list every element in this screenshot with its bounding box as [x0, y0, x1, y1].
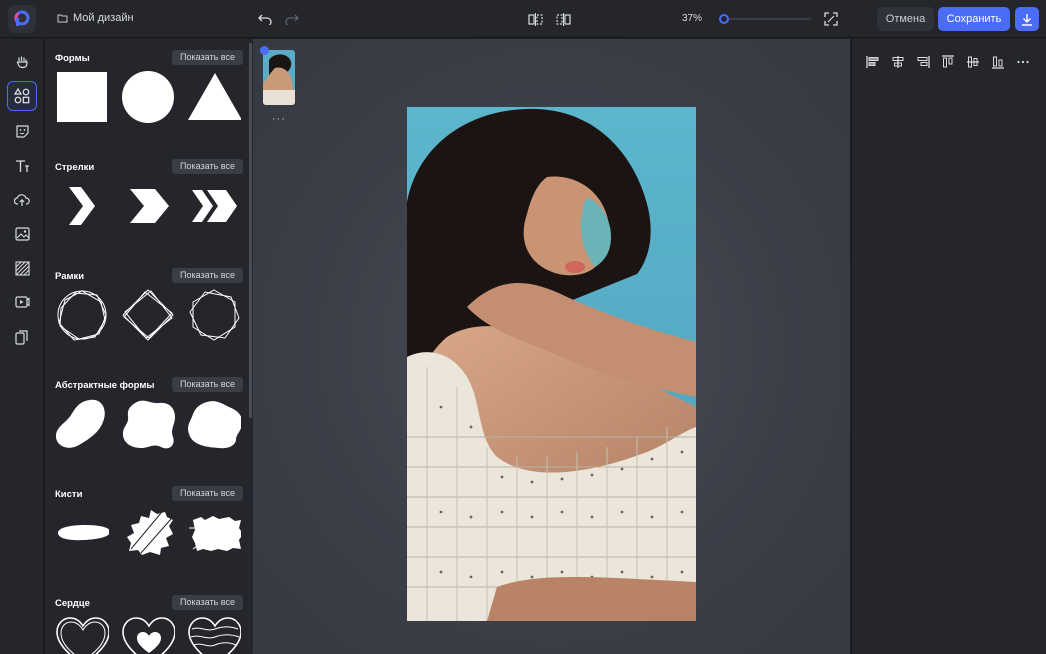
text-icon: [15, 159, 29, 172]
rail-photos[interactable]: [7, 219, 37, 249]
arrow-block-chevron[interactable]: [121, 179, 175, 233]
flip-vertical-icon[interactable]: [555, 11, 571, 27]
heart-double[interactable]: [121, 615, 175, 654]
page-more-icon[interactable]: ···: [272, 113, 286, 125]
arrow-double-chevron[interactable]: [187, 179, 241, 233]
cancel-button[interactable]: Отмена: [877, 7, 934, 31]
rail-backgrounds[interactable]: [7, 253, 37, 283]
pattern-icon: [14, 260, 30, 276]
rail-templates[interactable]: [7, 46, 37, 76]
shape-square[interactable]: [55, 70, 109, 124]
section-title: Абстрактные формы: [55, 380, 155, 391]
download-icon: [1022, 13, 1032, 26]
rail-layers[interactable]: [7, 322, 37, 352]
folder-icon: [57, 14, 68, 23]
fit-screen-icon[interactable]: [823, 11, 839, 27]
shapes-icon: [14, 88, 30, 104]
copy-icon: [15, 329, 28, 345]
abstract-blob-3[interactable]: [187, 397, 241, 451]
rail-elements[interactable]: [7, 81, 37, 111]
section-title: Стрелки: [55, 162, 95, 173]
rail-uploads[interactable]: [7, 185, 37, 215]
frame-diamond-sketch[interactable]: [121, 288, 175, 342]
zoom-value: 37%: [682, 13, 703, 24]
zoom-slider-handle[interactable]: [719, 14, 729, 24]
sticker-icon: [15, 124, 29, 138]
undo-icon[interactable]: [257, 11, 273, 27]
frame-circle-sketch[interactable]: [55, 288, 109, 342]
brush-stroke-3[interactable]: [187, 506, 241, 560]
shape-circle[interactable]: [121, 70, 175, 124]
section-title: Сердце: [55, 598, 90, 609]
align-middle-icon[interactable]: [965, 54, 981, 70]
hand-icon: [16, 56, 28, 68]
shape-triangle[interactable]: [187, 70, 241, 124]
heart-outline[interactable]: [55, 615, 109, 654]
heart-pattern[interactable]: [187, 615, 241, 654]
download-button[interactable]: [1015, 7, 1039, 31]
panel-scrollbar[interactable]: [249, 43, 252, 418]
project-name-label: Мой дизайн: [73, 12, 134, 24]
video-icon: [14, 296, 30, 308]
page-selected-indicator: [260, 46, 269, 55]
elements-panel: Формы Показать все Стрелки Показать все …: [45, 39, 253, 654]
zoom-slider[interactable]: [719, 18, 811, 20]
cloud-upload-icon: [14, 194, 30, 206]
redo-icon[interactable]: [284, 11, 300, 27]
show-all-button[interactable]: Показать все: [172, 268, 243, 283]
section-title: Формы: [55, 53, 90, 64]
rail-stickers[interactable]: [7, 116, 37, 146]
show-all-button[interactable]: Показать все: [172, 595, 243, 610]
arrow-chevron[interactable]: [55, 179, 109, 233]
flip-horizontal-icon[interactable]: [527, 11, 543, 27]
rail-text[interactable]: [7, 151, 37, 181]
page-thumbnail[interactable]: [263, 50, 295, 105]
show-all-button[interactable]: Показать все: [172, 377, 243, 392]
image-icon: [14, 227, 30, 241]
brush-stroke-1[interactable]: [55, 506, 109, 560]
show-all-button[interactable]: Показать все: [172, 50, 243, 65]
logo-icon[interactable]: [8, 5, 36, 33]
project-name[interactable]: Мой дизайн: [57, 12, 134, 24]
top-bar: Мой дизайн 37% Отмена Сохранить: [0, 0, 1046, 38]
show-all-button[interactable]: Показать все: [172, 159, 243, 174]
abstract-blob-1[interactable]: [55, 397, 109, 451]
rail-video[interactable]: [7, 287, 37, 317]
tool-rail: [0, 39, 44, 654]
align-center-horizontal-icon[interactable]: [890, 54, 906, 70]
brush-stroke-2[interactable]: [121, 506, 175, 560]
align-left-icon[interactable]: [865, 54, 881, 70]
show-all-button[interactable]: Показать все: [172, 486, 243, 501]
canvas-image[interactable]: [407, 107, 696, 621]
align-right-icon[interactable]: [915, 54, 931, 70]
section-title: Рамки: [55, 271, 85, 282]
align-top-icon[interactable]: [940, 54, 956, 70]
save-button[interactable]: Сохранить: [938, 7, 1010, 31]
more-icon[interactable]: [1015, 54, 1031, 70]
align-bottom-icon[interactable]: [990, 54, 1006, 70]
section-title: Кисти: [55, 489, 83, 500]
frame-hexagon-sketch[interactable]: [187, 288, 241, 342]
abstract-blob-2[interactable]: [121, 397, 175, 451]
properties-panel: [851, 39, 1046, 654]
